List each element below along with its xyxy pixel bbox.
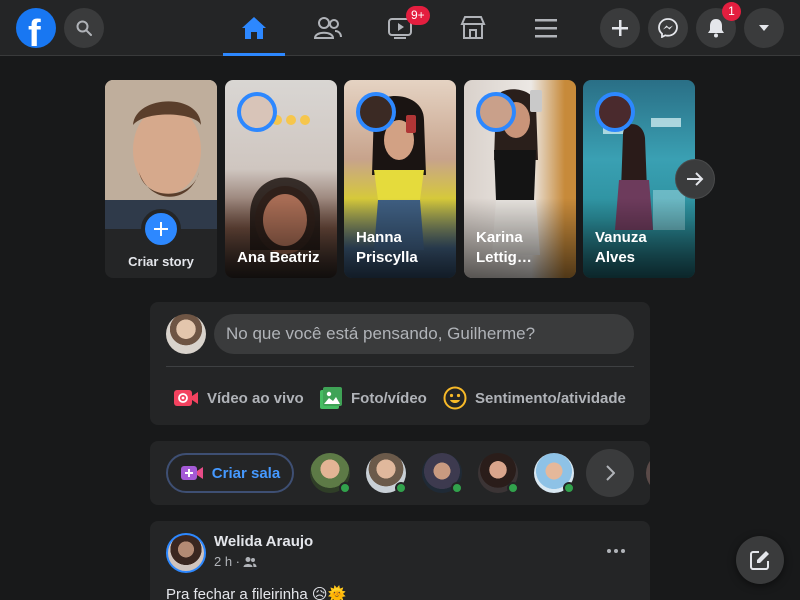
top-navigation-bar: f 9+ 1 <box>0 0 800 56</box>
story-card[interactable]: Ana Beatriz <box>225 80 337 278</box>
tab-home[interactable] <box>223 0 285 56</box>
more-icon <box>607 549 625 553</box>
story-avatar <box>476 92 516 132</box>
account-menu-button[interactable] <box>744 8 784 48</box>
add-story-button[interactable] <box>141 209 181 249</box>
post-author-name[interactable]: Welida Araujo <box>214 533 313 550</box>
online-contact-avatar[interactable] <box>366 453 407 494</box>
bell-icon <box>708 19 724 38</box>
friends-audience-icon <box>243 556 257 567</box>
notifications-button[interactable]: 1 <box>696 2 741 48</box>
create-button[interactable] <box>600 8 640 48</box>
post-time[interactable]: 2 h · <box>214 554 240 569</box>
messenger-icon <box>658 18 678 38</box>
photo-video-button[interactable]: Foto/vídeo <box>319 382 427 414</box>
feeling-activity-button[interactable]: Sentimento/atividade <box>443 382 626 414</box>
rooms-bar: Criar sala <box>150 441 650 505</box>
live-video-button[interactable]: Vídeo ao vivo <box>173 382 304 414</box>
online-contact-avatar[interactable] <box>422 453 463 494</box>
post-composer: No que você está pensando, Guilherme? Ví… <box>150 302 650 425</box>
tab-marketplace[interactable] <box>442 0 504 56</box>
post-meta: 2 h · <box>214 554 257 569</box>
online-indicator <box>339 482 351 494</box>
live-video-icon <box>174 390 198 406</box>
tab-watch[interactable]: 9+ <box>369 0 431 56</box>
post-options-button[interactable] <box>598 533 634 569</box>
live-video-label: Vídeo ao vivo <box>207 389 304 407</box>
marketplace-icon <box>460 16 486 39</box>
photo-video-label: Foto/vídeo <box>351 389 427 407</box>
divider <box>166 366 634 367</box>
new-message-button[interactable] <box>736 536 784 584</box>
avatar[interactable] <box>166 314 206 354</box>
rooms-next-button[interactable] <box>586 449 634 497</box>
online-contact-avatar[interactable] <box>534 453 575 494</box>
friends-icon <box>314 17 342 39</box>
chevron-right-icon <box>606 465 615 481</box>
story-avatar <box>356 92 396 132</box>
story-author-name: Vanuza Alves <box>595 229 647 266</box>
facebook-logo[interactable]: f <box>16 8 56 48</box>
story-author-name: Hanna Priscylla <box>356 229 418 266</box>
profile-portrait <box>105 80 217 229</box>
feeling-icon <box>443 386 467 410</box>
online-indicator <box>507 482 519 494</box>
watch-badge: 9+ <box>406 6 430 25</box>
feeling-activity-label: Sentimento/atividade <box>475 389 626 407</box>
create-room-button[interactable]: Criar sala <box>166 453 294 493</box>
whats-on-your-mind-input[interactable]: No que você está pensando, Guilherme? <box>214 314 634 354</box>
story-author-name: Ana Beatriz <box>237 249 320 266</box>
story-author-name: Karina Lettig… <box>476 229 532 266</box>
search-button[interactable] <box>64 8 104 48</box>
online-indicator <box>563 482 575 494</box>
online-contact-avatar[interactable] <box>310 453 351 494</box>
online-indicator <box>395 482 407 494</box>
home-icon <box>242 17 266 39</box>
story-card[interactable]: Karina Lettig… <box>464 80 576 278</box>
online-contact-avatar[interactable] <box>478 453 519 494</box>
story-card[interactable]: Hanna Priscylla <box>344 80 456 278</box>
photo-icon <box>320 387 342 409</box>
messenger-button[interactable] <box>648 8 688 48</box>
tab-friends[interactable] <box>297 0 359 56</box>
online-contact-avatar[interactable] <box>646 453 650 493</box>
create-story-label: Criar story <box>128 254 194 269</box>
feed-post: Welida Araujo 2 h · Pra fechar a fileiri… <box>150 521 650 600</box>
story-avatar <box>237 92 277 132</box>
profile-photo <box>105 80 217 229</box>
create-room-label: Criar sala <box>211 464 281 482</box>
menu-icon <box>535 19 557 38</box>
post-author-avatar[interactable] <box>166 533 206 573</box>
plus-icon <box>612 20 628 36</box>
compose-icon <box>750 551 769 570</box>
chevron-down-icon <box>759 25 769 31</box>
video-plus-icon <box>180 466 203 480</box>
arrow-right-icon <box>687 172 704 186</box>
search-icon <box>76 20 92 36</box>
story-avatar <box>595 92 635 132</box>
post-text: Pra fechar a fileirinha 😥🌞 <box>166 586 347 600</box>
notifications-badge: 1 <box>722 2 741 21</box>
stories-next-button[interactable] <box>675 159 715 199</box>
tab-menu[interactable] <box>515 0 577 56</box>
online-indicator <box>451 482 463 494</box>
plus-icon <box>154 222 168 236</box>
create-story-card[interactable]: Criar story <box>105 80 217 278</box>
